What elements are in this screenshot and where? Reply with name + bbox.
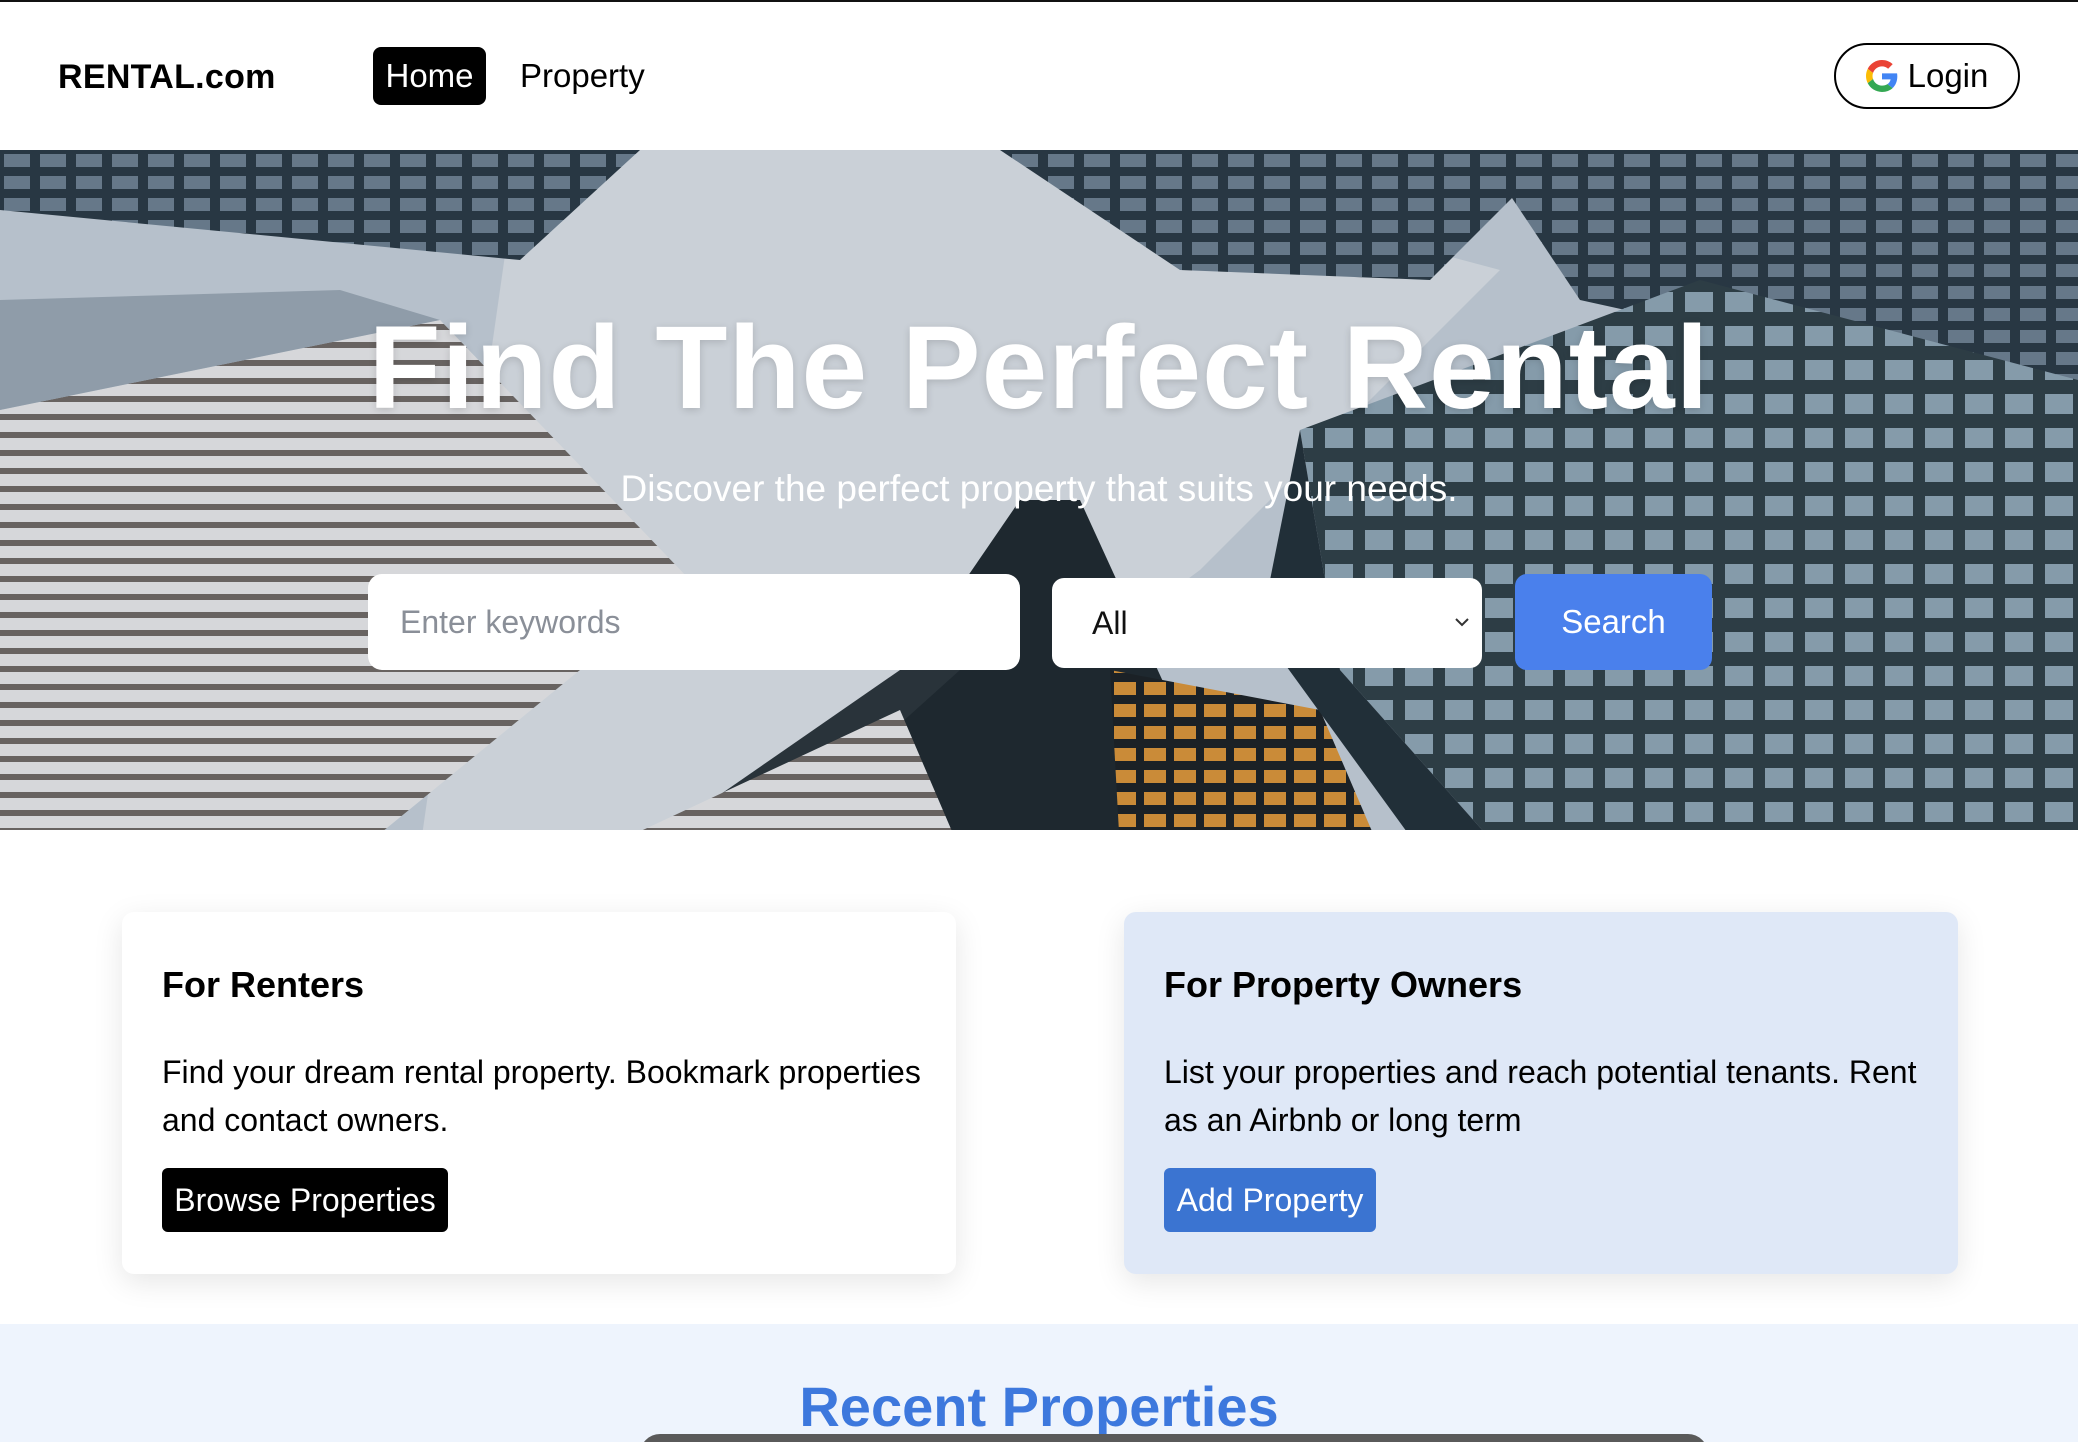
property-card-partial[interactable] (640, 1434, 1708, 1442)
nav-link-home[interactable]: Home (373, 47, 486, 105)
recent-properties-title: Recent Properties (799, 1375, 1279, 1438)
hero-subtitle: Discover the perfect property that suits… (620, 468, 1458, 509)
nav-link-property[interactable]: Property (520, 47, 645, 105)
search-button[interactable]: Search (1515, 574, 1712, 670)
owners-card-text: List your properties and reach potential… (1164, 1054, 1917, 1138)
browse-properties-button[interactable]: Browse Properties (162, 1168, 448, 1232)
owners-card-title: For Property Owners (1164, 964, 1523, 1005)
renters-card: For Renters Find your dream rental prope… (122, 912, 956, 1274)
property-type-selected: All (1092, 604, 1128, 641)
property-type-select[interactable]: All (1052, 578, 1482, 668)
google-icon (1865, 60, 1897, 92)
add-property-button[interactable]: Add Property (1164, 1168, 1376, 1232)
login-button[interactable]: Login (1834, 43, 2020, 109)
owners-card: For Property Owners List your properties… (1124, 912, 1958, 1274)
chevron-down-icon (1455, 618, 1469, 627)
renters-card-text: Find your dream rental property. Bookmar… (162, 1054, 921, 1138)
hero-banner: Find The Perfect Rental Discover the per… (0, 150, 2078, 830)
renters-card-title: For Renters (162, 964, 365, 1005)
hero-title: Find The Perfect Rental (368, 302, 1710, 434)
brand-logo[interactable]: RENTAL.com (58, 58, 276, 97)
search-input[interactable] (368, 574, 1020, 670)
navbar: RENTAL.com Home Property Login (0, 2, 2078, 150)
login-label: Login (1907, 57, 1989, 94)
recent-properties-section: Recent Properties (0, 1324, 2078, 1442)
